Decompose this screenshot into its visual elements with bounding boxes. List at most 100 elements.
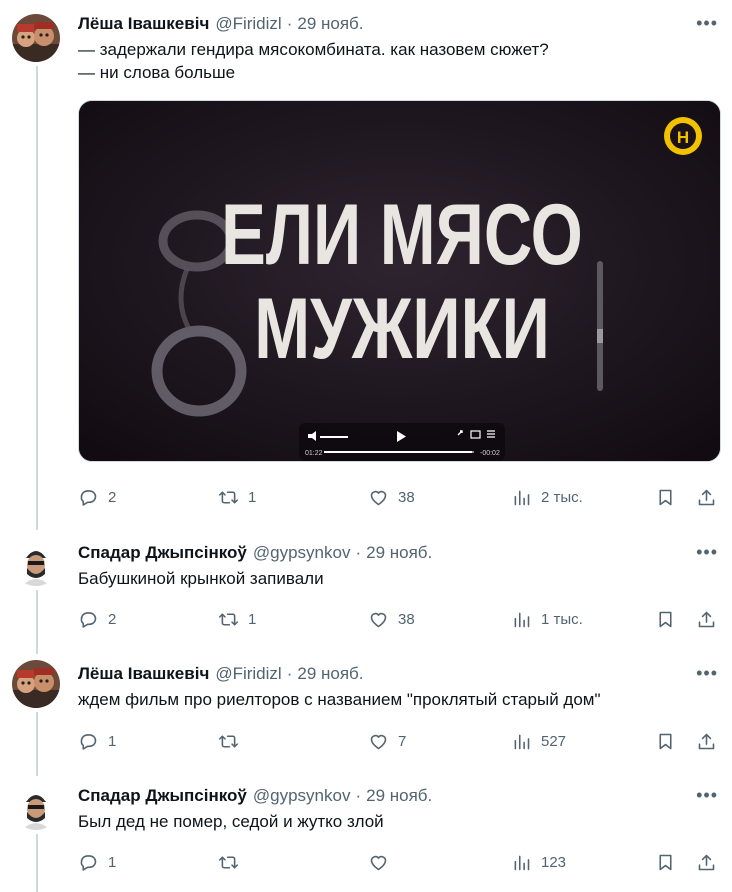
volume-slider[interactable] <box>320 436 348 438</box>
tweet-text-line: ждем фильм про риелторов с названием "пр… <box>78 690 601 709</box>
tweet-text-line: — задержали гендира мясокомбината. как н… <box>78 40 549 59</box>
reply-button[interactable]: 2 <box>78 487 116 508</box>
avatar[interactable] <box>12 14 60 62</box>
reply-icon <box>80 612 97 628</box>
video-title-line2: МУЖИКИ <box>254 281 550 377</box>
reply-icon <box>80 734 97 750</box>
retweet-button[interactable]: 1 <box>218 609 256 630</box>
author-name[interactable]: Спадар Джыпсінкоў <box>78 543 247 563</box>
share-button[interactable] <box>696 609 717 630</box>
tweet-date[interactable]: 29 нояб. <box>366 786 432 806</box>
more-icon[interactable]: ••• <box>696 785 718 806</box>
tweet-header: Лёша Івашкевіч @Firidizl · 29 нояб. <box>78 663 720 685</box>
action-bar: 1 7 527 <box>78 731 720 755</box>
views-button[interactable]: 123 <box>511 852 566 873</box>
views-count: 1 тыс. <box>541 611 583 628</box>
share-icon <box>698 489 715 506</box>
action-bar: 2 1 38 2 тыс. <box>78 487 720 511</box>
reply-count: 2 <box>108 611 117 628</box>
views-button[interactable]: 1 тыс. <box>511 609 583 630</box>
tweet-text-line: — ни слова больше <box>78 63 236 82</box>
tweet[interactable]: Лёша Івашкевіч @Firidizl · 29 нояб. ••• … <box>0 652 732 774</box>
bookmark-button[interactable] <box>655 487 676 508</box>
reply-count: 2 <box>108 489 117 506</box>
tweet-text: Был дед не помер, седой и жутко злой <box>78 810 720 833</box>
tweet[interactable]: Спадар Джыпсінкоў @gypsynkov · 29 нояб. … <box>0 774 732 892</box>
like-icon <box>370 612 387 628</box>
more-icon[interactable]: ••• <box>696 542 718 563</box>
views-icon <box>514 855 530 871</box>
views-button[interactable]: 527 <box>511 731 566 752</box>
reply-button[interactable]: 2 <box>78 609 116 630</box>
bookmark-button[interactable] <box>655 731 676 752</box>
tweet-text-line: Бабушкиной крынкой запивали <box>78 569 324 588</box>
share-button[interactable] <box>696 731 717 752</box>
retweet-button[interactable]: 1 <box>218 487 256 508</box>
share-icon <box>698 733 715 750</box>
tweet-text-line: Был дед не помер, седой и жутко злой <box>78 812 384 831</box>
like-button[interactable]: 38 <box>368 609 415 630</box>
author-name[interactable]: Спадар Джыпсінкоў <box>78 786 247 806</box>
bookmark-icon <box>659 611 672 628</box>
like-button[interactable]: 7 <box>368 731 406 752</box>
retweet-icon <box>218 613 239 626</box>
retweet-button[interactable] <box>218 852 248 873</box>
author-handle[interactable]: @gypsynkov <box>253 543 351 563</box>
retweet-count: 1 <box>248 489 257 506</box>
reply-icon <box>80 490 97 506</box>
separator-dot: · <box>286 664 293 683</box>
reply-icon <box>80 855 97 871</box>
views-icon <box>514 490 530 506</box>
tweet-date[interactable]: 29 нояб. <box>297 664 363 684</box>
tweet-text: Бабушкиной крынкой запивали <box>78 567 720 590</box>
separator-dot: · <box>355 543 362 562</box>
tweet-text: ждем фильм про риелторов с названием "пр… <box>78 688 720 711</box>
tweet[interactable]: Лёша Івашкевіч @Firidizl · 29 нояб. ••• … <box>0 0 732 530</box>
reply-button[interactable]: 1 <box>78 852 116 873</box>
author-handle[interactable]: @gypsynkov <box>253 786 351 806</box>
retweet-button[interactable] <box>218 731 248 752</box>
share-button[interactable] <box>696 852 717 873</box>
tweet-header: Лёша Івашкевіч @Firidizl · 29 нояб. <box>78 13 720 35</box>
action-bar: 2 1 38 1 тыс. <box>78 609 720 633</box>
bookmark-button[interactable] <box>655 609 676 630</box>
views-count: 2 тыс. <box>541 489 583 506</box>
tweet-header: Спадар Джыпсінкоў @gypsynkov · 29 нояб. <box>78 542 720 564</box>
bookmark-icon <box>659 489 672 506</box>
separator-dot: · <box>286 14 293 33</box>
author-name[interactable]: Лёша Івашкевіч <box>78 664 209 684</box>
author-handle[interactable]: @Firidizl <box>215 664 281 684</box>
tweet-date[interactable]: 29 нояб. <box>297 14 363 34</box>
share-button[interactable] <box>696 487 717 508</box>
like-icon <box>370 490 387 506</box>
views-count: 123 <box>541 854 567 871</box>
avatar[interactable] <box>12 660 60 708</box>
video-frame: Н ЕЛИ МЯСО МУЖИКИ 01:22 -00:02 <box>79 101 720 461</box>
tweet-date[interactable]: 29 нояб. <box>366 543 432 563</box>
reply-count: 1 <box>108 733 117 750</box>
video-player[interactable]: Н ЕЛИ МЯСО МУЖИКИ 01:22 -00:02 <box>78 100 721 462</box>
time-elapsed: 01:22 <box>305 450 323 457</box>
reply-button[interactable]: 1 <box>78 731 116 752</box>
bookmark-button[interactable] <box>655 852 676 873</box>
bookmark-icon <box>659 733 672 750</box>
avatar[interactable] <box>12 782 60 830</box>
like-count: 7 <box>398 733 407 750</box>
avatar[interactable] <box>12 538 60 586</box>
share-icon <box>698 611 715 628</box>
views-button[interactable]: 2 тыс. <box>511 487 583 508</box>
tweet-text: — задержали гендира мясокомбината. как н… <box>78 38 720 84</box>
views-icon <box>514 612 530 628</box>
separator-dot: · <box>355 786 362 805</box>
author-handle[interactable]: @Firidizl <box>215 14 281 34</box>
like-button[interactable]: 38 <box>368 487 415 508</box>
share-icon <box>698 854 715 871</box>
video-title-line1: ЕЛИ МЯСО <box>221 187 583 283</box>
views-count: 527 <box>541 733 567 750</box>
more-icon[interactable]: ••• <box>696 663 718 684</box>
retweet-count: 1 <box>248 611 257 628</box>
tweet[interactable]: Спадар Джыпсінкоў @gypsynkov · 29 нояб. … <box>0 530 732 652</box>
like-button[interactable] <box>368 852 398 873</box>
author-name[interactable]: Лёша Івашкевіч <box>78 14 209 34</box>
more-icon[interactable]: ••• <box>696 13 718 34</box>
